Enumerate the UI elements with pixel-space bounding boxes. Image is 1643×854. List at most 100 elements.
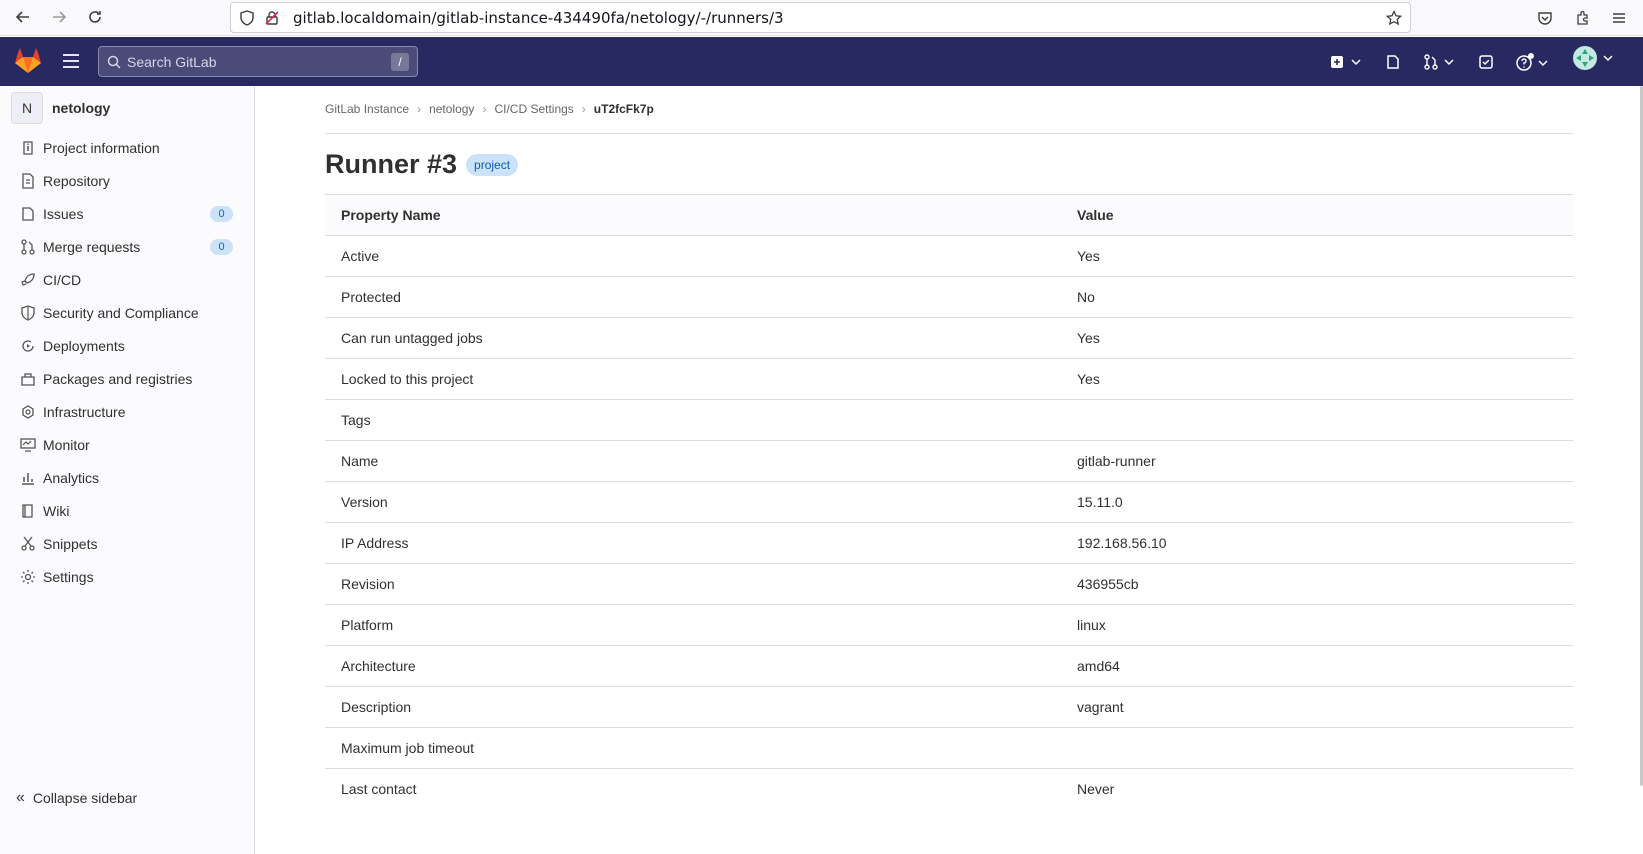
table-row: Version 15.11.0 [325, 482, 1573, 523]
sidebar-item-monitor[interactable]: Monitor [0, 429, 254, 461]
sidebar-item-label: Monitor [43, 437, 90, 453]
url-text[interactable]: gitlab.localdomain/gitlab-instance-43449… [293, 9, 784, 27]
project-avatar[interactable]: N [11, 92, 43, 124]
sidebar-item-issues[interactable]: Issues 0 [0, 198, 254, 230]
property-name: Protected [341, 289, 401, 305]
table-row: Platform linux [325, 605, 1573, 646]
chevron-right-icon: › [417, 102, 422, 116]
table-row: Active Yes [325, 236, 1573, 277]
book-icon [20, 503, 36, 519]
merge-request-icon [20, 239, 36, 255]
merge-requests-dropdown[interactable] [1423, 52, 1457, 72]
sidebar-item-label: Settings [43, 569, 94, 585]
chevron-right-icon: › [581, 102, 586, 116]
browser-toolbar: gitlab.localdomain/gitlab-instance-43449… [0, 0, 1643, 36]
collapse-sidebar-label: Collapse sidebar [32, 790, 138, 806]
search-shortcut-key: / [391, 53, 409, 71]
scissors-icon [20, 536, 36, 552]
sidebar-item-settings[interactable]: Settings [0, 561, 254, 593]
breadcrumb-gitlab-instance[interactable]: GitLab Instance [325, 102, 409, 116]
double-chevron-left-icon: « [16, 789, 25, 806]
address-bar[interactable]: gitlab.localdomain/gitlab-instance-43449… [230, 2, 1411, 33]
sidebar-item-packages-and-registries[interactable]: Packages and registries [0, 363, 254, 395]
forward-arrow-icon[interactable] [48, 6, 70, 28]
sidebar-item-snippets[interactable]: Snippets [0, 528, 254, 560]
collapse-sidebar-button[interactable]: « Collapse sidebar [16, 789, 137, 807]
property-value: No [1077, 289, 1095, 305]
sidebar-item-ci-cd[interactable]: CI/CD [0, 264, 254, 296]
property-name: Name [341, 453, 379, 469]
sidebar-item-label: Repository [43, 173, 110, 189]
table-row: Last contact Never [325, 769, 1573, 810]
property-value: Yes [1077, 371, 1100, 387]
new-item-dropdown[interactable] [1330, 52, 1364, 72]
package-icon [20, 371, 36, 387]
column-header-value: Value [1077, 207, 1114, 223]
breadcrumb-runner-token[interactable]: uT2fcFk7p [594, 102, 654, 116]
runner-properties-table: Property Name Value Active Yes Protected N… [325, 194, 1573, 810]
table-row: Architecture amd64 [325, 646, 1573, 687]
sidebar-item-security-and-compliance[interactable]: Security and Compliance [0, 297, 254, 329]
search-icon [107, 55, 121, 69]
table-row: IP Address 192.168.56.10 [325, 523, 1573, 564]
main-menu-icon[interactable] [62, 53, 80, 69]
bookmark-star-icon[interactable] [1385, 9, 1403, 26]
search-input[interactable]: Search GitLab / [98, 46, 418, 77]
property-name: Maximum job timeout [341, 740, 475, 756]
sidebar-item-repository[interactable]: Repository [0, 165, 254, 197]
sidebar-item-label: Packages and registries [43, 371, 193, 387]
rocket-icon [20, 272, 36, 288]
table-row: Can run untagged jobs Yes [325, 318, 1573, 359]
breadcrumb-netology[interactable]: netology [429, 102, 474, 116]
property-name: Last contact [341, 781, 417, 797]
todo-check-icon[interactable] [1478, 52, 1494, 72]
table-row: Maximum job timeout [325, 728, 1573, 769]
help-dropdown[interactable] [1515, 52, 1551, 72]
sidebar-item-infrastructure[interactable]: Infrastructure [0, 396, 254, 428]
property-name: Description [341, 699, 412, 715]
sidebar-item-label: Analytics [43, 470, 100, 486]
sidebar-item-merge-requests[interactable]: Merge requests 0 [0, 231, 254, 263]
back-arrow-icon[interactable] [12, 6, 34, 28]
table-row: Revision 436955cb [325, 564, 1573, 605]
table-row: Description vagrant [325, 687, 1573, 728]
property-name: Tags [341, 412, 371, 428]
menu-icon[interactable] [1609, 8, 1629, 28]
insecure-lock-icon[interactable] [264, 10, 280, 26]
sidebar-project-header[interactable]: N netology [11, 92, 110, 124]
reload-icon[interactable] [84, 6, 106, 28]
sidebar-item-project-information[interactable]: Project information [0, 132, 254, 164]
sidebar-item-wiki[interactable]: Wiki [0, 495, 254, 527]
property-value: amd64 [1077, 658, 1120, 674]
cloud-icon [20, 404, 36, 420]
table-row: Locked to this project Yes [325, 359, 1573, 400]
project-name[interactable]: netology [52, 100, 110, 116]
shield-tracking-icon[interactable] [239, 10, 255, 26]
property-value: linux [1077, 617, 1106, 633]
gear-icon [20, 569, 36, 585]
page-header: Runner #3 project [325, 149, 519, 180]
gitlab-topbar: Search GitLab / [0, 37, 1643, 86]
sidebar-item-deployments[interactable]: Deployments [0, 330, 254, 362]
user-avatar-dropdown[interactable] [1572, 46, 1616, 70]
runner-type-badge: project [466, 153, 519, 176]
table-row: Protected No [325, 277, 1573, 318]
chevron-right-icon: › [482, 102, 487, 116]
table-row: Tags [325, 400, 1573, 441]
pocket-icon[interactable] [1535, 8, 1555, 28]
property-value: Never [1077, 781, 1115, 797]
property-name: IP Address [341, 535, 409, 551]
page-title: Runner #3 [325, 149, 458, 179]
sidebar-item-label: Wiki [43, 503, 70, 519]
issues-count-badge: 0 [210, 206, 233, 222]
sidebar-item-analytics[interactable]: Analytics [0, 462, 254, 494]
issues-icon[interactable] [1385, 52, 1401, 72]
gitlab-logo-icon[interactable] [14, 48, 42, 74]
extensions-icon[interactable] [1573, 8, 1593, 28]
shield-icon [20, 305, 36, 321]
sidebar-item-label: Deployments [43, 338, 125, 354]
property-value: gitlab-runner [1077, 453, 1156, 469]
monitor-icon [20, 437, 36, 453]
breadcrumb-ci-cd-settings[interactable]: CI/CD Settings [494, 102, 573, 116]
property-name: Architecture [341, 658, 416, 674]
